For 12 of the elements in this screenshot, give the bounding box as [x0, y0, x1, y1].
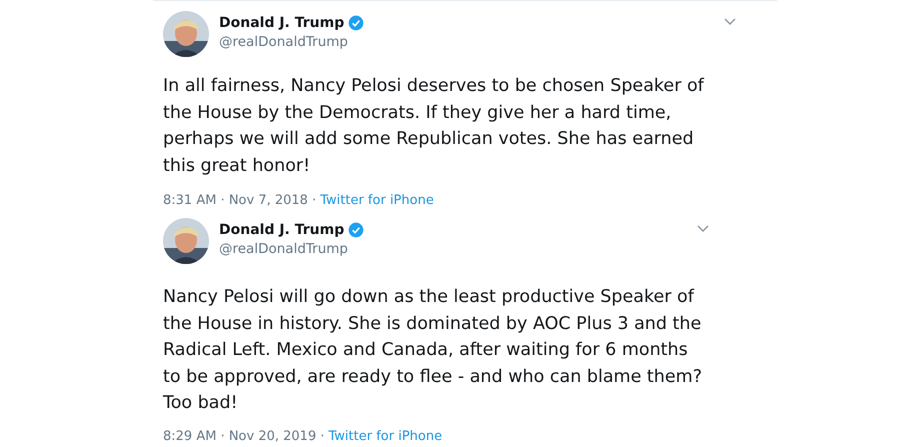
chevron-down-icon[interactable] [723, 17, 737, 27]
tweet-timestamp: 8:31 AM · Nov 7, 2018 · [163, 193, 316, 208]
tweet-text: Nancy Pelosi will go down as the least productive Speaker of the House in history. She is dominated by AOC Plus 3 and the Radical Left. Mexico and Canada, after waiting for 6 months to be approved, are ready to flee - and who can blame them? Too bad! [163, 286, 703, 415]
author-name[interactable]: Donald J. Trump [219, 222, 344, 238]
author-name[interactable]: Donald J. Trump [219, 15, 344, 31]
tweet-timestamp: 8:29 AM · Nov 20, 2019 · [163, 428, 324, 444]
source-link[interactable]: Twitter for iPhone [328, 428, 442, 444]
user-handle[interactable]: @realDonaldTrump [219, 241, 696, 257]
tweet-text: In all fairness, Nancy Pelosi deserves to be chosen Speaker of the House by the Democrats. If they give her a hard time, perhaps we will add some Republican votes. She has earned this great honor! [163, 75, 706, 178]
chevron-down-icon[interactable] [696, 224, 710, 234]
user-handle[interactable]: @realDonaldTrump [219, 34, 723, 50]
source-link[interactable]: Twitter for iPhone [320, 193, 434, 208]
